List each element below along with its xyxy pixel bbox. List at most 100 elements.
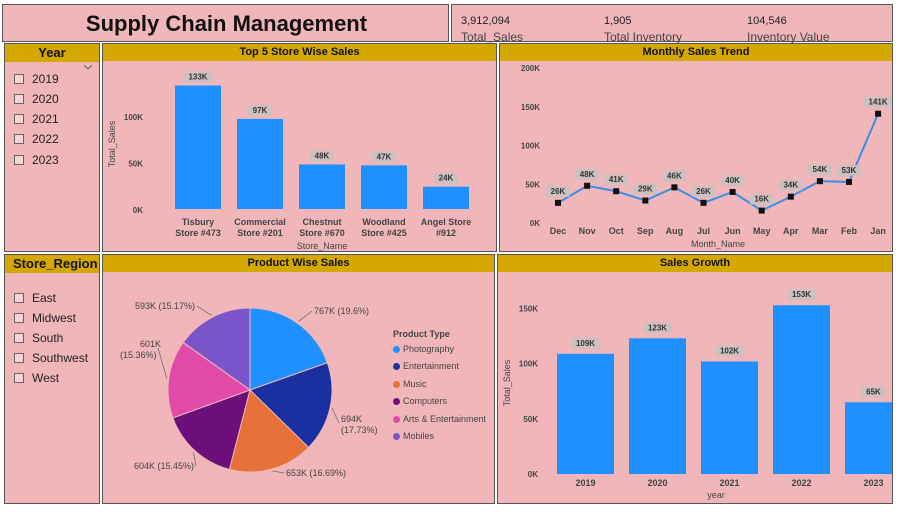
store-bar [237,118,283,209]
region-option-southwest[interactable]: Southwest [14,351,88,365]
store-category-label: #912 [436,228,456,238]
trend-xlabel: Month_Name [691,239,745,249]
store-category-label: Store #425 [361,228,407,238]
kpi-total-inventory-value: 1,905 [604,15,632,27]
year-option-label: 2021 [32,112,59,126]
growth-data-label: 102K [720,346,739,355]
store-ytick-label: 0K [133,206,143,215]
trend-category-label: May [753,226,771,236]
region-option-west[interactable]: West [14,371,59,385]
trend-category-label: Jan [870,226,886,236]
pie-data-label: 593K (15.17%) [135,301,195,311]
trend-point [846,178,852,185]
store-category-label: Store #201 [237,228,283,238]
store-sales-chart[interactable]: Top 5 Store Wise Sales 0K 50K 100K Total_Sa… [102,43,497,252]
growth-bar [557,353,614,474]
monthly-trend-title: Monthly Sales Trend [500,44,892,61]
checkbox-icon[interactable] [14,373,24,383]
legend-item-computers[interactable]: Computers [393,396,447,406]
legend-dot-icon [393,380,400,388]
checkbox-icon[interactable] [14,74,24,84]
checkbox-icon[interactable] [14,293,24,303]
legend-label: Music [403,379,427,389]
growth-category-label: 2022 [791,478,811,488]
trend-data-label: 34K [783,181,798,190]
page-title: Supply Chain Management [85,11,368,36]
year-option-2020[interactable]: 2020 [14,92,59,106]
trend-data-label: 53K [842,166,857,175]
kpi-total-sales-label: Total_Sales [461,30,524,44]
pie-leader-line [331,408,340,424]
store-category-label: Angel Store [421,217,472,227]
legend-label: Computers [403,396,448,406]
trend-category-label: Mar [812,226,829,236]
checkbox-icon[interactable] [14,94,24,104]
legend-item-entertainment[interactable]: Entertainment [393,361,459,371]
region-slicer: Store_Region East Midwest South Southwes… [4,254,100,504]
checkbox-icon[interactable] [14,313,24,323]
product-sales-chart[interactable]: Product Wise Sales 767K (19.6%) 694K (17.7… [102,254,495,504]
year-option-label: 2022 [32,132,59,146]
year-option-2023[interactable]: 2023 [14,153,59,167]
legend-dot-icon [393,345,400,353]
trend-category-label: Sep [637,226,654,236]
trend-ytick-label: 0K [530,219,540,228]
store-data-label: 48K [315,151,330,160]
trend-point [584,182,591,189]
trend-category-label: Nov [579,226,596,236]
trend-category-label: Oct [609,226,624,236]
growth-bar [701,361,758,474]
year-slicer-title: Year [5,44,99,62]
region-option-south[interactable]: South [14,331,63,345]
legend-dot-icon [393,432,400,440]
trend-point [816,178,823,185]
trend-data-label: 26K [551,187,566,196]
store-category-label: Woodland [362,217,405,227]
trend-line [557,113,880,212]
legend-item-photography[interactable]: Photography [393,344,454,354]
store-bar [423,186,469,209]
store-xlabel: Store_Name [297,241,348,251]
region-option-midwest[interactable]: Midwest [14,311,76,325]
growth-bar [629,338,686,474]
legend-item-arts-entertainment[interactable]: Arts & Entertainment [393,414,486,424]
trend-point [729,189,736,195]
pie-data-label: (15.36%) [120,350,157,360]
year-option-2021[interactable]: 2021 [14,112,59,126]
sales-growth-title: Sales Growth [498,255,892,272]
year-option-2022[interactable]: 2022 [14,132,59,146]
pie-data-label: 694K [341,414,362,424]
checkbox-icon[interactable] [14,114,24,124]
growth-bar [845,402,892,474]
checkbox-icon[interactable] [14,155,24,165]
checkbox-icon[interactable] [14,333,24,343]
growth-category-label: 2023 [863,478,883,488]
checkbox-icon[interactable] [14,134,24,144]
kpi-panel: 3,912,094 Total_Sales 1,905 Total Invent… [451,4,893,44]
trend-point [875,110,882,117]
store-sales-plot: 0K 50K 100K Total_Sales 133K TisburyStore #47… [107,71,472,251]
growth-ylabel: Total_Sales [502,359,512,406]
trend-data-label: 29K [638,185,653,194]
growth-category-label: 2021 [719,478,739,488]
legend-item-mobiles[interactable]: Mobiles [393,431,434,441]
monthly-trend-chart[interactable]: Monthly Sales Trend 0K 50K 100K 150K 200K 26K… [499,43,893,252]
store-ytick-label: 100K [124,113,143,122]
sales-growth-chart[interactable]: Sales Growth 0K 50K 100K 150K Total_Sales 109… [497,254,893,504]
store-ytick-label: 50K [128,160,143,169]
trend-category-label: Feb [841,226,858,236]
pie-data-label: 601K [140,339,161,349]
legend-item-music[interactable]: Music [393,379,427,389]
growth-category-label: 2019 [575,478,595,488]
checkbox-icon[interactable] [14,353,24,363]
kpi-inventory-value-label: Inventory Value [747,30,830,44]
region-option-east[interactable]: East [14,291,56,305]
trend-data-label: 46K [667,171,682,180]
year-option-2019[interactable]: 2019 [14,72,59,86]
growth-data-label: 123K [648,323,667,332]
store-category-label: Commercial [234,217,286,227]
pie-data-label: (17.73%) [341,425,378,435]
pie-data-label: 653K (16.69%) [286,468,346,478]
chevron-down-icon[interactable] [83,64,93,70]
year-slicer-title-text: Year [38,45,66,60]
